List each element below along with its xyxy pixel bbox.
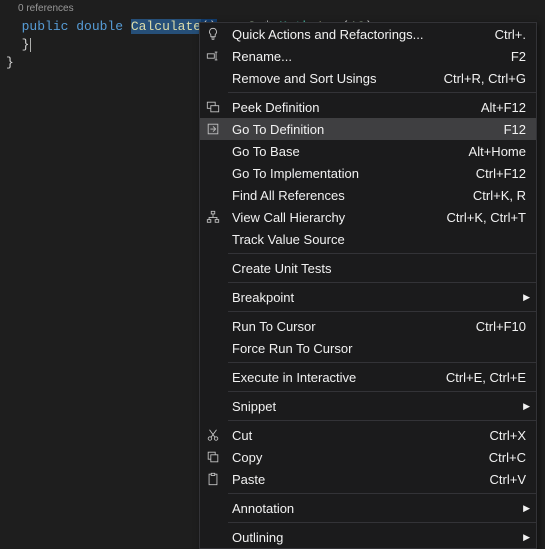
text-caret xyxy=(30,38,31,52)
menu-separator xyxy=(228,522,536,523)
menu-item-peek-definition[interactable]: Peek DefinitionAlt+F12 xyxy=(200,96,536,118)
menu-item-go-to-definition[interactable]: Go To DefinitionF12 xyxy=(200,118,536,140)
menu-item-quick-actions-and-refactorings[interactable]: Quick Actions and Refactorings...Ctrl+. xyxy=(200,23,536,45)
menu-item-label: Go To Base xyxy=(226,144,469,159)
menu-item-label: Go To Implementation xyxy=(226,166,476,181)
menu-item-annotation[interactable]: Annotation▶ xyxy=(200,497,536,519)
menu-item-shortcut: Ctrl+K, R xyxy=(473,188,536,203)
menu-item-copy[interactable]: CopyCtrl+C xyxy=(200,446,536,468)
menu-item-shortcut: Ctrl+F10 xyxy=(476,319,536,334)
bulb-icon xyxy=(200,27,226,41)
menu-item-view-call-hierarchy[interactable]: View Call HierarchyCtrl+K, Ctrl+T xyxy=(200,206,536,228)
paste-icon xyxy=(200,472,226,486)
menu-item-label: Paste xyxy=(226,472,490,487)
menu-item-shortcut: F12 xyxy=(504,122,536,137)
menu-item-paste[interactable]: PasteCtrl+V xyxy=(200,468,536,490)
menu-item-shortcut: Alt+F12 xyxy=(481,100,536,115)
identifier-calculate[interactable]: Calculate xyxy=(131,19,201,34)
menu-item-label: Cut xyxy=(226,428,490,443)
menu-item-label: Create Unit Tests xyxy=(226,261,526,276)
menu-item-label: Outlining xyxy=(226,530,520,545)
menu-item-label: Annotation xyxy=(226,501,520,516)
copy-icon xyxy=(200,450,226,464)
menu-item-label: Execute in Interactive xyxy=(226,370,446,385)
menu-item-shortcut: Alt+Home xyxy=(469,144,536,159)
menu-item-find-all-references[interactable]: Find All ReferencesCtrl+K, R xyxy=(200,184,536,206)
menu-item-label: Run To Cursor xyxy=(226,319,476,334)
menu-item-track-value-source[interactable]: Track Value Source xyxy=(200,228,536,250)
menu-item-breakpoint[interactable]: Breakpoint▶ xyxy=(200,286,536,308)
context-menu: Quick Actions and Refactorings...Ctrl+.R… xyxy=(199,22,537,549)
menu-separator xyxy=(228,253,536,254)
menu-item-shortcut: Ctrl+. xyxy=(495,27,536,42)
submenu-arrow-icon: ▶ xyxy=(520,401,536,412)
peek-icon xyxy=(200,100,226,114)
menu-item-shortcut: Ctrl+F12 xyxy=(476,166,536,181)
menu-item-remove-and-sort-usings[interactable]: Remove and Sort UsingsCtrl+R, Ctrl+G xyxy=(200,67,536,89)
menu-separator xyxy=(228,311,536,312)
menu-item-label: Go To Definition xyxy=(226,122,504,137)
goto-icon xyxy=(200,122,226,136)
menu-item-go-to-implementation[interactable]: Go To ImplementationCtrl+F12 xyxy=(200,162,536,184)
menu-separator xyxy=(228,92,536,93)
submenu-arrow-icon: ▶ xyxy=(520,292,536,303)
menu-separator xyxy=(228,420,536,421)
menu-item-label: Rename... xyxy=(226,49,511,64)
menu-item-shortcut: Ctrl+K, Ctrl+T xyxy=(447,210,536,225)
menu-item-shortcut: Ctrl+R, Ctrl+G xyxy=(444,71,536,86)
cut-icon xyxy=(200,428,226,442)
submenu-arrow-icon: ▶ xyxy=(520,503,536,514)
menu-item-label: Remove and Sort Usings xyxy=(226,71,444,86)
menu-separator xyxy=(228,362,536,363)
menu-item-run-to-cursor[interactable]: Run To CursorCtrl+F10 xyxy=(200,315,536,337)
menu-item-shortcut: Ctrl+E, Ctrl+E xyxy=(446,370,536,385)
menu-item-rename[interactable]: Rename...F2 xyxy=(200,45,536,67)
menu-item-label: Quick Actions and Refactorings... xyxy=(226,27,495,42)
menu-separator xyxy=(228,391,536,392)
rename-icon xyxy=(200,49,226,63)
menu-item-label: Force Run To Cursor xyxy=(226,341,526,356)
menu-item-label: Find All References xyxy=(226,188,473,203)
menu-separator xyxy=(228,282,536,283)
menu-item-label: Peek Definition xyxy=(226,100,481,115)
menu-item-label: Copy xyxy=(226,450,489,465)
menu-item-shortcut: Ctrl+C xyxy=(489,450,536,465)
menu-item-label: Breakpoint xyxy=(226,290,520,305)
menu-separator xyxy=(228,493,536,494)
menu-item-execute-in-interactive[interactable]: Execute in InteractiveCtrl+E, Ctrl+E xyxy=(200,366,536,388)
menu-item-cut[interactable]: CutCtrl+X xyxy=(200,424,536,446)
menu-item-snippet[interactable]: Snippet▶ xyxy=(200,395,536,417)
menu-item-outlining[interactable]: Outlining▶ xyxy=(200,526,536,548)
menu-item-shortcut: Ctrl+V xyxy=(490,472,536,487)
menu-item-create-unit-tests[interactable]: Create Unit Tests xyxy=(200,257,536,279)
menu-item-go-to-base[interactable]: Go To BaseAlt+Home xyxy=(200,140,536,162)
menu-item-label: Track Value Source xyxy=(226,232,526,247)
menu-item-label: View Call Hierarchy xyxy=(226,210,447,225)
menu-item-shortcut: Ctrl+X xyxy=(490,428,536,443)
hierarchy-icon xyxy=(200,210,226,224)
menu-item-force-run-to-cursor[interactable]: Force Run To Cursor xyxy=(200,337,536,359)
codelens-references[interactable]: 0 references xyxy=(0,0,545,18)
menu-item-label: Snippet xyxy=(226,399,520,414)
menu-item-shortcut: F2 xyxy=(511,49,536,64)
